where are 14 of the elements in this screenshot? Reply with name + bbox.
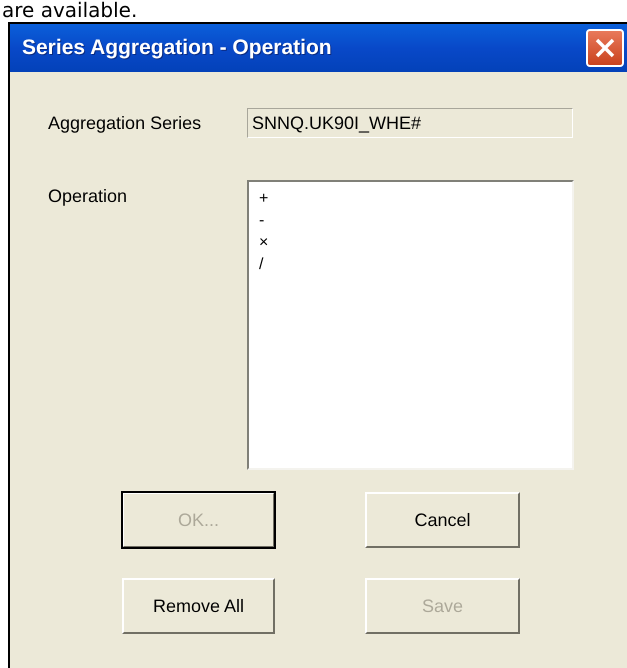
caption-text: are available. <box>1 0 138 20</box>
close-button[interactable] <box>586 29 624 67</box>
field-label: Aggregation Series <box>48 112 202 134</box>
aggregation-series-field[interactable]: SNNQ.UK90I_WHE# <box>247 108 573 138</box>
close-icon <box>594 37 616 59</box>
list-item[interactable]: / <box>257 254 266 276</box>
field-label: Operation <box>48 186 128 207</box>
operation-listbox[interactable]: + - × / <box>247 180 574 470</box>
dialog-button[interactable]: Remove All <box>122 578 275 634</box>
list-item[interactable]: × <box>257 232 270 254</box>
list-item[interactable]: + <box>257 188 270 210</box>
window-title: Series Aggregation - Operation <box>22 36 332 60</box>
dialog-button[interactable]: Cancel <box>365 492 520 548</box>
list-item[interactable]: - <box>257 210 266 232</box>
